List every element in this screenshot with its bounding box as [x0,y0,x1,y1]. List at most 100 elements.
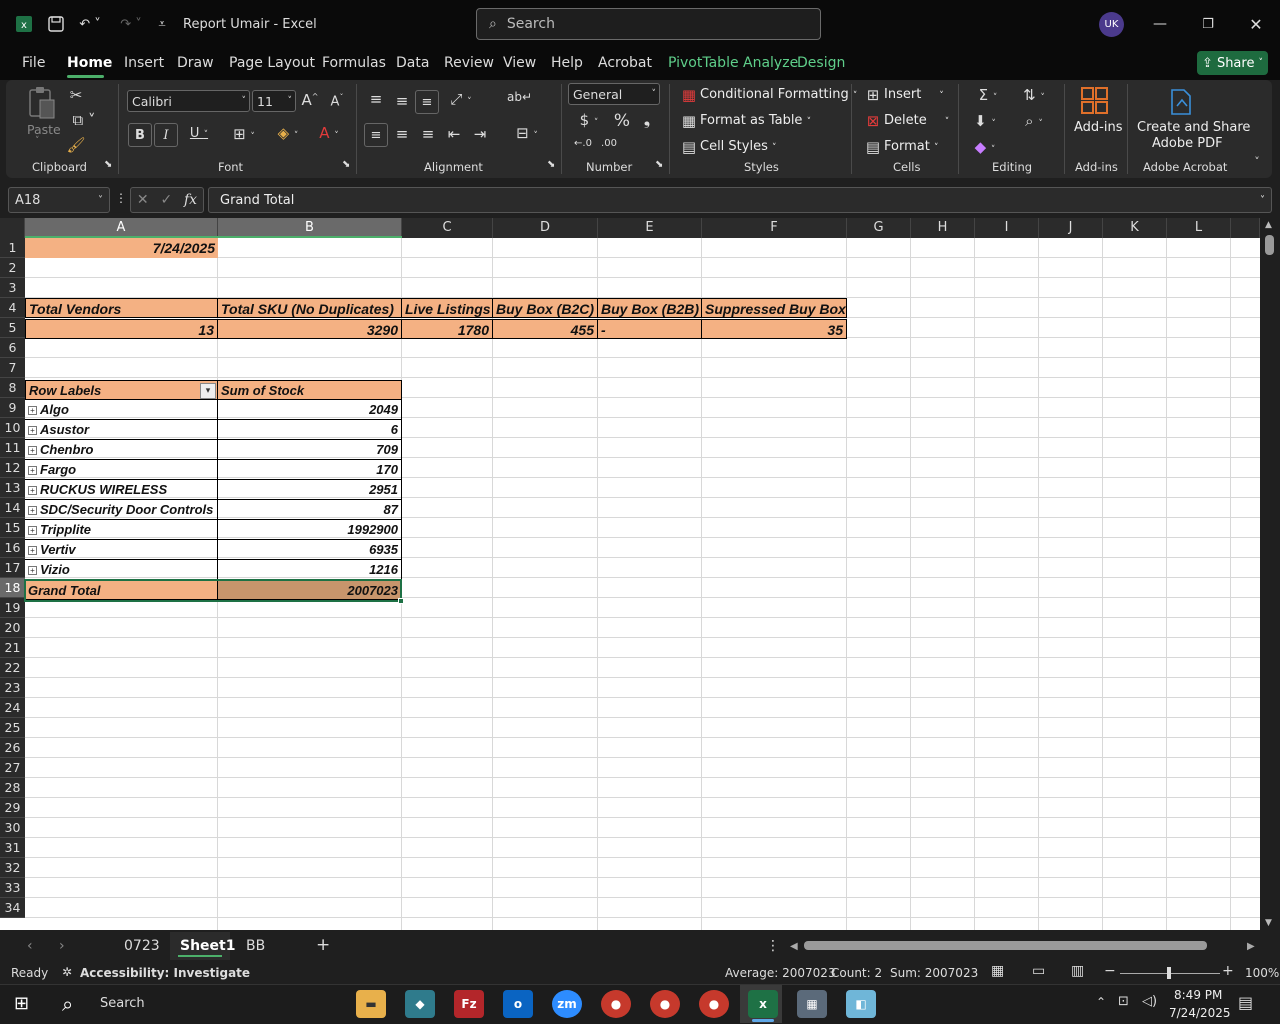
chrome-icon[interactable]: ● [601,990,631,1018]
pivot-row-label[interactable]: + Algo [25,400,218,420]
summary-header-buybox-b2c[interactable]: Buy Box (B2C) [492,298,598,318]
row-header[interactable]: 31 [0,838,25,858]
decrease-font-icon[interactable]: Aˇ [327,93,347,109]
expand-formula-icon[interactable]: ˅ [1260,195,1265,206]
chrome-profile-2-icon[interactable]: ● [650,990,680,1018]
excel-taskbar-icon[interactable]: x [748,990,778,1018]
column-header-k[interactable]: K [1103,218,1167,238]
format-as-table-icon[interactable]: ▦ [680,112,698,130]
row-header[interactable]: 24 [0,698,25,718]
row-header[interactable]: 18 [0,578,25,598]
enter-icon[interactable]: ✓ [160,192,172,208]
volume-icon[interactable]: ◁) [1142,994,1157,1009]
row-header[interactable]: 28 [0,778,25,798]
copy-icon[interactable]: ⧉ ˅ [66,111,102,129]
insert-cells-button[interactable]: Insert ˅ [884,87,944,102]
customize-toolbar-icon[interactable]: ⩡ [152,12,172,36]
row-header[interactable]: 17 [0,558,25,578]
vertical-scroll-thumb[interactable] [1265,235,1274,255]
app-blue-icon[interactable]: ◧ [846,990,876,1018]
font-size-select[interactable]: 11 ˅ [252,90,296,112]
summary-header-buybox-b2b[interactable]: Buy Box (B2B) [597,298,702,318]
search-input[interactable]: ⌕ Search [476,8,821,40]
expand-icon[interactable]: + [28,506,37,515]
tab-formulas[interactable]: Formulas [322,55,386,71]
conditional-formatting-button[interactable]: Conditional Formatting ˅ [700,87,857,102]
insert-function-icon[interactable]: fx [184,192,197,208]
pivot-row-label[interactable]: + Fargo [25,460,218,480]
share-button[interactable]: ⇪ Share ˅ [1197,51,1268,75]
next-sheet-icon[interactable]: › [59,938,65,954]
sort-filter-icon[interactable]: ⇅ ˅ [1017,86,1051,104]
font-color-icon[interactable]: A ˅ [312,124,346,142]
minimize-icon[interactable]: — [1150,12,1170,36]
tab-view[interactable]: View [503,55,536,71]
zoom-slider-thumb[interactable] [1167,967,1171,979]
summary-value-suppressed[interactable]: 35 [701,319,847,339]
fill-color-icon[interactable]: ◈ ˅ [270,124,306,142]
scroll-left-icon[interactable]: ◀ [790,941,798,952]
expand-icon[interactable]: + [28,566,37,575]
summary-header-suppressed[interactable]: Suppressed Buy Box [701,298,847,318]
fill-icon[interactable]: ⬇ ˅ [968,112,1002,130]
increase-indent-icon[interactable]: ⇥ [470,125,490,143]
paste-icon[interactable] [26,86,56,120]
cancel-icon[interactable]: ✕ [137,192,149,208]
taskbar-search-label[interactable]: Search [100,996,145,1011]
restore-icon[interactable]: ❐ [1198,12,1218,36]
accessibility-status[interactable]: Accessibility: Investigate [80,966,250,980]
row-header[interactable]: 16 [0,538,25,558]
decrease-indent-icon[interactable]: ⇤ [444,125,464,143]
tab-acrobat[interactable]: Acrobat [598,55,652,71]
row-header[interactable]: 15 [0,518,25,538]
expand-icon[interactable]: + [28,466,37,475]
accessibility-icon[interactable]: ✲ [62,965,72,979]
pivot-row-value[interactable]: 1992900 [217,520,402,540]
calculator-icon[interactable]: ▦ [797,990,827,1018]
more-options-icon[interactable]: ⋮ [115,191,127,205]
row-header[interactable]: 4 [0,298,25,318]
expand-icon[interactable]: + [28,526,37,535]
column-header-l[interactable]: L [1167,218,1231,238]
chrome-profile-3-icon[interactable]: ● [699,990,729,1018]
percent-icon[interactable]: % [612,111,632,131]
pivot-row-value[interactable]: 709 [217,440,402,460]
align-center-icon[interactable]: ≡ [392,125,412,143]
summary-value-live-listings[interactable]: 1780 [401,319,493,339]
summary-value-sku[interactable]: 3290 [217,319,402,339]
increase-font-icon[interactable]: A^ [300,91,320,109]
zoom-level[interactable]: 100% [1245,966,1279,980]
row-header[interactable]: 29 [0,798,25,818]
row-header[interactable]: 19 [0,598,25,618]
filezilla-icon[interactable]: Fz [454,990,484,1018]
expand-icon[interactable]: + [28,446,37,455]
pivot-header-sum-stock[interactable]: Sum of Stock [217,380,402,400]
pivot-row-label[interactable]: + Asustor [25,420,218,440]
insert-cells-icon[interactable]: ⊞ [864,86,882,104]
pivot-row-value[interactable]: 6935 [217,540,402,560]
merge-center-icon[interactable]: ⊟ ˅ [507,124,547,142]
scroll-right-icon[interactable]: ▶ [1247,941,1255,952]
row-header[interactable]: 21 [0,638,25,658]
column-header-h[interactable]: H [911,218,975,238]
add-ins-icon[interactable] [1080,86,1110,116]
summary-value-buybox-b2b[interactable]: - [597,319,702,339]
format-cells-icon[interactable]: ▤ [864,138,882,156]
cell-styles-button[interactable]: Cell Styles ˅ [700,139,777,154]
name-box[interactable]: A18 ˅ [8,187,110,213]
zoom-in-icon[interactable]: + [1222,963,1234,979]
font-launcher-icon[interactable]: ⬊ [342,159,350,170]
cell-a1-date[interactable]: 7/24/2025 [25,238,218,258]
clear-icon[interactable]: ◆ ˅ [968,138,1002,156]
row-header[interactable]: 6 [0,338,25,358]
row-header[interactable]: 27 [0,758,25,778]
tab-pivottable-analyze[interactable]: PivotTable Analyze [668,55,798,71]
borders-icon[interactable]: ⊞ ˅ [226,125,262,143]
column-header-e[interactable]: E [598,218,702,238]
row-header[interactable]: 10 [0,418,25,438]
scroll-up-icon[interactable]: ▲ [1265,220,1272,230]
orientation-icon[interactable]: ⤢ ˅ [445,90,477,108]
tab-insert[interactable]: Insert [124,55,164,71]
tab-page-layout[interactable]: Page Layout [229,55,315,71]
tab-data[interactable]: Data [396,55,429,71]
